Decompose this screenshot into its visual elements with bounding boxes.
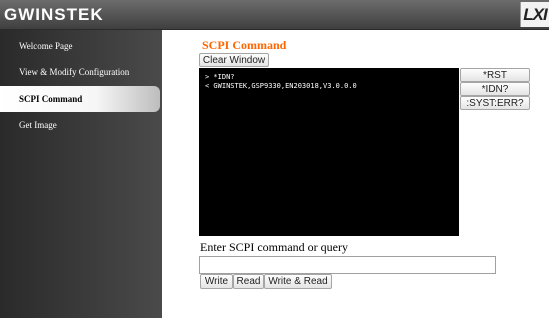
write-and-read-button[interactable]: Write & Read	[264, 274, 332, 289]
lxi-logo-icon: LXI	[520, 2, 549, 27]
sidebar-item-view-modify-configuration[interactable]: View & Modify Configuration	[0, 59, 162, 85]
sidebar-item-scpi-command[interactable]: SCPI Command	[0, 86, 160, 112]
syst-err-button[interactable]: :SYST:ERR?	[460, 96, 530, 110]
scpi-command-input[interactable]	[199, 256, 496, 274]
console-line: > *IDN?	[205, 73, 235, 81]
sidebar-item-get-image[interactable]: Get Image	[0, 112, 162, 138]
idn-button[interactable]: *IDN?	[460, 82, 530, 96]
sidebar: Welcome Page View & Modify Configuration…	[0, 30, 162, 318]
write-button[interactable]: Write	[200, 274, 233, 289]
clear-window-button[interactable]: Clear Window	[199, 53, 269, 67]
console-line: < GWINSTEK,GSP9330,EN203018,V3.0.0.0	[205, 82, 357, 90]
top-header: GWINSTEK LXI	[0, 0, 549, 30]
sidebar-item-welcome-page[interactable]: Welcome Page	[0, 33, 162, 59]
rst-button[interactable]: *RST	[460, 68, 530, 82]
scpi-console-output: > *IDN? < GWINSTEK,GSP9330,EN203018,V3.0…	[199, 68, 459, 236]
page-title: SCPI Command	[202, 38, 287, 52]
read-button[interactable]: Read	[233, 274, 264, 289]
command-input-label: Enter SCPI command or query	[200, 240, 348, 254]
gwinstek-logo: GWINSTEK	[4, 5, 104, 24]
